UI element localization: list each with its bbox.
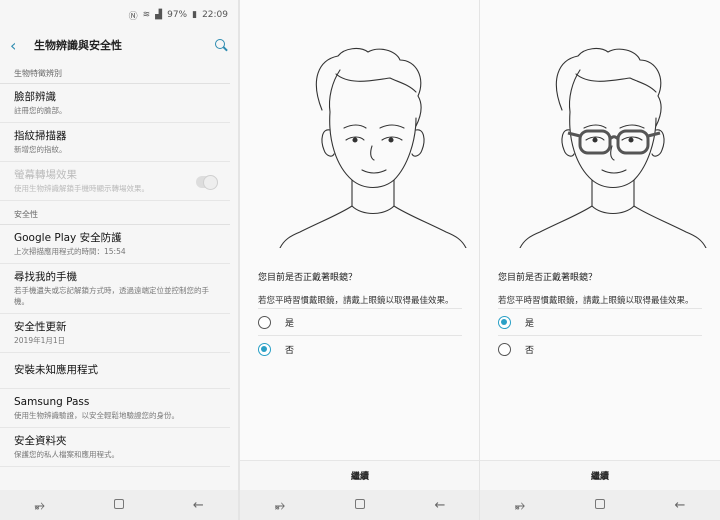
radio-yes[interactable] [258,315,271,329]
back-nav-icon[interactable]: ← [183,498,213,513]
page-title: 生物辨識與安全性 [34,39,122,52]
item-title: Google Play 安全防護 [14,232,122,244]
settings-item-face-recognition[interactable]: 臉部辨識 註冊您的臉部。 [0,84,230,123]
settings-screen: Ⓝ ≋ ▟ 97% ▮ 22:09 ‹ 生物辨識與安全性 生物特徵辨別 臉部辨識… [0,0,238,520]
navigation-bar: ⥵ ← [240,490,480,520]
settings-item-secure-folder[interactable]: 安全資料夾 保護您的私人檔案和應用程式。 [0,428,230,467]
settings-item-screen-transition: 螢幕轉場效果 使用生物辨識解鎖手機時顯示轉場效果。 [0,162,230,201]
radio-no-selected[interactable] [258,342,271,356]
recent-apps-icon[interactable]: ⥵ [265,498,295,513]
navigation-bar: ⥵ ← [0,490,238,520]
section-header-security: 安全性 [0,201,230,225]
status-bar: Ⓝ ≋ ▟ 97% ▮ 22:09 [0,0,238,30]
face-with-glasses-illustration [519,47,707,248]
option-label: 是 [525,318,535,329]
battery-level: 97% [167,10,188,20]
back-arrow-icon[interactable]: ‹ [10,36,28,55]
question-text: 您目前是否正戴著眼鏡？ [258,273,358,283]
question-text: 您目前是否正戴著眼鏡？ [498,273,598,283]
face-illustration [240,0,480,248]
question-panel: 您目前是否正戴著眼鏡？ 若您平時習慣戴眼鏡，請戴上眼鏡以取得最佳效果。 是 否 [240,248,480,490]
clock: 22:09 [202,10,228,20]
continue-button[interactable]: 繼續 [480,460,720,490]
section-header-biometrics: 生物特徵辨別 [0,60,230,84]
battery-icon: ▮ [192,10,198,20]
item-subtitle: 新增您的指紋。 [14,145,67,154]
item-title: 臉部辨識 [14,91,56,103]
item-subtitle: 上次掃描應用程式的時間：15:54 [14,247,126,256]
settings-item-find-my-mobile[interactable]: 尋找我的手機 若手機遺失或忘記解鎖方式時，透過遠端定位並控制您的手機。 [0,264,230,314]
home-icon[interactable] [345,498,375,513]
option-no[interactable]: 否 [258,335,462,362]
radio-yes-selected[interactable] [498,315,511,329]
settings-item-unknown-apps[interactable]: 安裝未知應用程式 [0,353,230,389]
option-label: 是 [285,318,295,329]
back-nav-icon[interactable]: ← [425,498,455,513]
item-title: 安全資料夾 [14,435,67,447]
option-no[interactable]: 否 [498,335,702,362]
glasses-question-screen: 您目前是否正戴著眼鏡？ 若您平時習慣戴眼鏡，請戴上眼鏡以取得最佳效果。 是 否 … [480,0,720,520]
item-subtitle: 使用生物辨識解鎖手機時顯示轉場效果。 [14,184,149,193]
signal-icon: ▟ [155,10,163,20]
option-yes[interactable]: 是 [258,308,462,335]
recent-apps-icon[interactable]: ⥵ [505,498,535,513]
settings-item-play-protect[interactable]: Google Play 安全防護 上次掃描應用程式的時間：15:54 [0,225,230,264]
item-subtitle: 保護您的私人檔案和應用程式。 [14,450,119,459]
search-icon[interactable] [214,38,228,52]
face-illustration [480,0,720,248]
settings-item-samsung-pass[interactable]: Samsung Pass 使用生物辨識驗證，以安全輕鬆地驗證您的身份。 [0,389,230,428]
option-label: 否 [525,345,535,356]
item-subtitle: 2019年1月1日 [14,336,66,345]
continue-button[interactable]: 繼續 [240,460,480,490]
home-icon[interactable] [104,498,134,513]
back-nav-icon[interactable]: ← [665,498,695,513]
settings-item-security-update[interactable]: 安全性更新 2019年1月1日 [0,314,230,353]
glasses-question-screen: 您目前是否正戴著眼鏡？ 若您平時習慣戴眼鏡，請戴上眼鏡以取得最佳效果。 是 否 … [240,0,480,520]
question-note: 若您平時習慣戴眼鏡，請戴上眼鏡以取得最佳效果。 [498,296,694,306]
item-subtitle: 若手機遺失或忘記解鎖方式時，透過遠端定位並控制您的手機。 [14,286,209,306]
item-title: 螢幕轉場效果 [14,169,77,181]
app-bar: ‹ 生物辨識與安全性 [0,30,238,60]
radio-no[interactable] [498,342,511,356]
option-label: 否 [285,345,295,356]
question-panel: 您目前是否正戴著眼鏡？ 若您平時習慣戴眼鏡，請戴上眼鏡以取得最佳效果。 是 否 [480,248,720,490]
home-icon[interactable] [585,498,615,513]
item-subtitle: 註冊您的臉部。 [14,106,67,115]
item-title: 安全性更新 [14,321,67,333]
nfc-icon: Ⓝ [128,11,138,22]
settings-item-fingerprint[interactable]: 指紋掃描器 新增您的指紋。 [0,123,230,162]
screen-transition-toggle [196,175,218,190]
wifi-icon: ≋ [142,10,151,20]
item-title: 指紋掃描器 [14,130,67,142]
navigation-bar: ⥵ ← [480,490,720,520]
item-subtitle: 使用生物辨識驗證，以安全輕鬆地驗證您的身份。 [14,411,179,420]
face-no-glasses-illustration [279,47,467,248]
item-title: 安裝未知應用程式 [14,364,98,376]
recent-apps-icon[interactable]: ⥵ [25,498,55,513]
item-title: Samsung Pass [14,396,90,408]
item-title: 尋找我的手機 [14,271,77,283]
question-note: 若您平時習慣戴眼鏡，請戴上眼鏡以取得最佳效果。 [258,296,454,306]
option-yes[interactable]: 是 [498,308,702,335]
